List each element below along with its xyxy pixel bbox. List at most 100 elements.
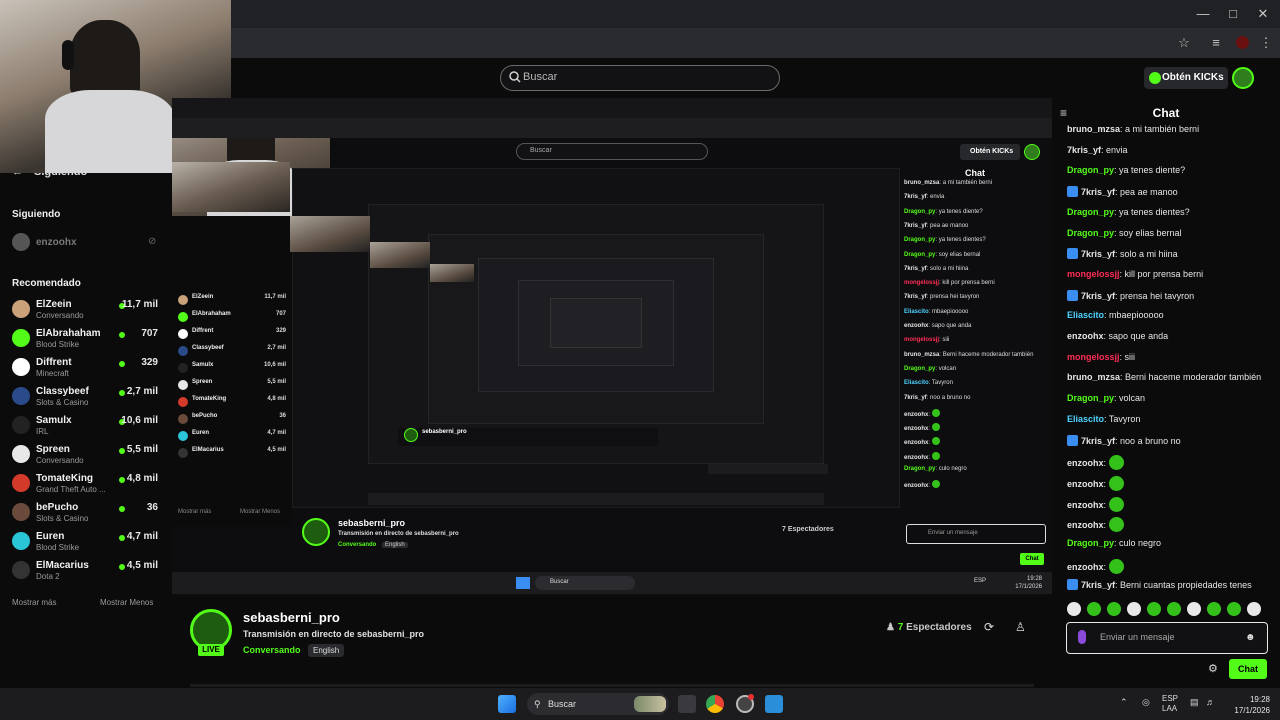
chat-username[interactable]: enzoohx xyxy=(1067,562,1104,572)
chat-username[interactable]: 7kris_yf xyxy=(1067,145,1101,155)
chat-username[interactable]: bruno_mzsa xyxy=(1067,372,1120,382)
inner-get-kicks-button[interactable]: Obtén KICKs xyxy=(960,144,1020,160)
minimize-icon[interactable]: — xyxy=(1188,4,1218,24)
avatar[interactable] xyxy=(12,474,30,492)
emote-icon[interactable] xyxy=(1127,602,1141,616)
chat-username[interactable]: bruno_mzsa xyxy=(1067,124,1120,134)
follow-user-icon[interactable]: ♙ xyxy=(1015,620,1026,634)
sidebar-item-euren[interactable]: Euren xyxy=(36,531,64,542)
inner-send-button[interactable]: Chat xyxy=(1020,553,1044,565)
emote-icon[interactable] xyxy=(1207,602,1221,616)
volume-icon[interactable]: ♬ xyxy=(1206,697,1215,707)
chat-username[interactable]: Dragon_py xyxy=(1067,538,1114,548)
emote-icon[interactable] xyxy=(1067,602,1081,616)
chat-username[interactable]: Eliascito xyxy=(1067,310,1104,320)
chat-username[interactable]: Dragon_py xyxy=(1067,228,1114,238)
chat-username[interactable]: enzoohx xyxy=(1067,458,1104,468)
emoji-icon[interactable]: ☻ xyxy=(1245,632,1256,643)
language-indicator[interactable]: ESP LAA xyxy=(1162,694,1178,714)
tray-chevron-icon[interactable]: ⌃ xyxy=(1120,697,1128,708)
show-more-link[interactable]: Mostrar más xyxy=(12,598,56,607)
sidebar-item-classybeef[interactable]: Classybeef xyxy=(36,386,89,397)
windows-start-icon[interactable] xyxy=(498,695,516,713)
avatar[interactable] xyxy=(12,300,30,318)
inner-sidebar-item[interactable]: bePucho 36 xyxy=(178,413,286,427)
chrome-icon[interactable] xyxy=(706,695,724,713)
sidebar-item-tomateking[interactable]: TomateKing xyxy=(36,473,93,484)
inner-sidebar-item[interactable]: TomateKing 4,8 mil xyxy=(178,396,286,410)
inner-sidebar-item[interactable]: Diffrent 329 xyxy=(178,328,286,342)
chat-username[interactable]: mongelossjj xyxy=(1067,269,1120,279)
emote-icon[interactable] xyxy=(1187,602,1201,616)
inner-sidebar-item[interactable]: Euren 4,7 mil xyxy=(178,430,286,444)
inner-sidebar-item[interactable]: Classybeef 2,7 mil xyxy=(178,345,286,359)
chat-username[interactable]: Dragon_py xyxy=(1067,393,1114,403)
chat-username[interactable]: enzoohx xyxy=(1067,500,1104,510)
menu-dots-icon[interactable]: ⋮ xyxy=(1256,33,1276,53)
inner-sidebar-item[interactable]: Samulx 10,6 mil xyxy=(178,362,286,376)
app-f-icon[interactable] xyxy=(765,695,783,713)
mic-tray-icon[interactable]: ◎ xyxy=(1142,697,1150,708)
inner-sidebar-item[interactable]: Spreen 5,5 mil xyxy=(178,379,286,393)
chat-username[interactable]: 7kris_yf xyxy=(1081,436,1115,446)
chat-username[interactable]: 7kris_yf xyxy=(1081,291,1115,301)
task-view-icon[interactable] xyxy=(678,695,696,713)
avatar[interactable] xyxy=(12,387,30,405)
avatar[interactable] xyxy=(12,532,30,550)
emote-icon[interactable] xyxy=(1227,602,1241,616)
chat-username[interactable]: 7kris_yf xyxy=(1081,580,1115,590)
avatar[interactable] xyxy=(12,503,30,521)
chat-username[interactable]: Dragon_py xyxy=(1067,207,1114,217)
emote-icon[interactable] xyxy=(1247,602,1261,616)
avatar[interactable] xyxy=(12,329,30,347)
chat-username[interactable]: 7kris_yf xyxy=(1081,249,1115,259)
inner-streamer-name[interactable]: sebasberni_pro xyxy=(338,518,405,528)
inner-show-more-link[interactable]: Mostrar más xyxy=(178,509,211,515)
sidebar-item-diffrent[interactable]: Diffrent xyxy=(36,357,72,368)
inner-sidebar-item[interactable]: ElAbrahaham 707 xyxy=(178,311,286,325)
avatar[interactable] xyxy=(12,358,30,376)
inner-taskbar-search[interactable]: Buscar xyxy=(550,579,569,585)
stream-category[interactable]: Conversando xyxy=(243,645,301,655)
avatar[interactable] xyxy=(12,233,30,251)
profile-icon[interactable] xyxy=(1232,33,1252,53)
stream-language-tag[interactable]: English xyxy=(308,644,345,657)
emote-icon[interactable] xyxy=(1147,602,1161,616)
chat-username[interactable]: Dragon_py xyxy=(1067,165,1114,175)
mic-icon[interactable] xyxy=(1078,630,1086,644)
sidebar-item-spreen[interactable]: Spreen xyxy=(36,444,70,455)
inner-sidebar-item[interactable]: ElMacarius 4,5 mil xyxy=(178,447,286,461)
send-chat-button[interactable]: Chat xyxy=(1229,659,1267,679)
chat-username[interactable]: enzoohx xyxy=(1067,331,1104,341)
sidebar-item-enzoohx[interactable]: enzoohx xyxy=(36,237,77,248)
emote-icon[interactable] xyxy=(1087,602,1101,616)
show-less-link[interactable]: Mostrar Menos xyxy=(100,598,153,607)
sidebar-item-samulx[interactable]: Samulx xyxy=(36,415,72,426)
gear-icon[interactable]: ⚙ xyxy=(1208,662,1218,675)
streamer-name[interactable]: sebasberni_pro xyxy=(243,610,340,625)
chat-username[interactable]: enzoohx xyxy=(1067,479,1104,489)
inner-chat-input[interactable]: Enviar un mensaje xyxy=(928,530,978,536)
sidebar-item-elzeein[interactable]: ElZeein xyxy=(36,299,72,310)
chat-username[interactable]: mongelossjj xyxy=(1067,352,1120,362)
emote-icon[interactable] xyxy=(1167,602,1181,616)
chat-username[interactable]: Eliascito xyxy=(1067,414,1104,424)
user-avatar[interactable] xyxy=(1232,67,1254,89)
share-icon[interactable]: ⟳ xyxy=(984,620,994,634)
maximize-icon[interactable]: □ xyxy=(1218,4,1248,24)
avatar[interactable] xyxy=(12,416,30,434)
avatar[interactable] xyxy=(12,445,30,463)
inner-sidebar-item[interactable]: ElZeein 11,7 mil xyxy=(178,294,286,308)
avatar[interactable] xyxy=(12,561,30,579)
media-controls-icon[interactable]: ≡ xyxy=(1206,33,1226,53)
chat-username[interactable]: 7kris_yf xyxy=(1081,187,1115,197)
network-icon[interactable]: ▤ xyxy=(1190,697,1199,708)
close-icon[interactable]: ✕ xyxy=(1248,4,1278,24)
sidebar-item-elmacarius[interactable]: ElMacarius xyxy=(36,560,89,571)
inner-stream-language[interactable]: English xyxy=(382,542,408,548)
chat-username[interactable]: enzoohx xyxy=(1067,520,1104,530)
sidebar-item-bepucho[interactable]: bePucho xyxy=(36,502,78,513)
taskbar-clock[interactable]: 19:28 17/1/2026 xyxy=(1222,694,1270,716)
inner-stream-category[interactable]: Conversando xyxy=(338,542,376,548)
emote-icon[interactable] xyxy=(1107,602,1121,616)
